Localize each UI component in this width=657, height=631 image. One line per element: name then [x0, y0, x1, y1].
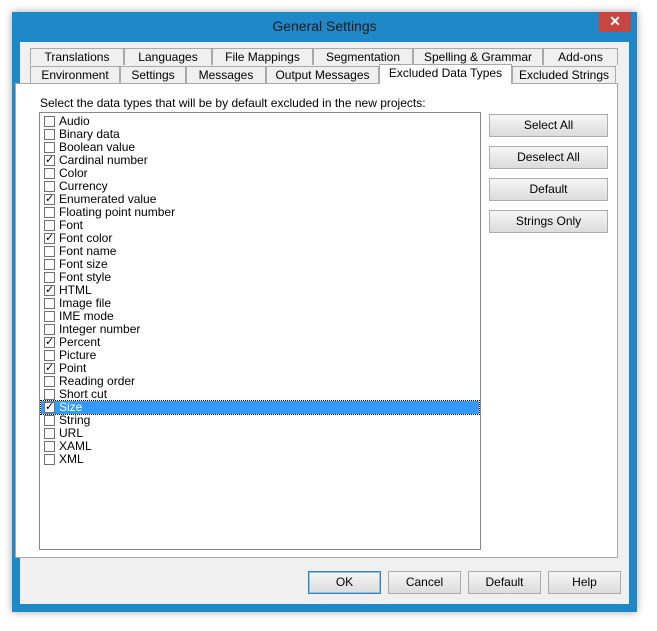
strings-only-button[interactable]: Strings Only: [489, 210, 608, 233]
checkbox[interactable]: [44, 168, 55, 179]
checkbox[interactable]: [44, 207, 55, 218]
list-item[interactable]: String: [41, 414, 479, 427]
cancel-button[interactable]: Cancel: [388, 571, 461, 594]
checkbox[interactable]: [44, 311, 55, 322]
checkbox[interactable]: [44, 142, 55, 153]
list-item[interactable]: ✓ Size: [40, 400, 480, 415]
checkbox[interactable]: [44, 389, 55, 400]
close-button[interactable]: ✕: [599, 12, 631, 32]
tab-output-messages[interactable]: Output Messages: [266, 66, 379, 83]
checkbox[interactable]: [44, 454, 55, 465]
list-item-label: XML: [59, 452, 84, 466]
title-bar[interactable]: General Settings ✕: [12, 12, 637, 42]
checkbox[interactable]: ✓: [44, 233, 55, 244]
checkbox[interactable]: ✓: [44, 155, 55, 166]
checkbox[interactable]: [44, 428, 55, 439]
select-all-button[interactable]: Select All: [489, 114, 608, 137]
list-item[interactable]: Short cut: [41, 388, 479, 401]
checkmark-icon: ✓: [45, 401, 55, 413]
checkbox[interactable]: [44, 129, 55, 140]
tab-segmentation[interactable]: Segmentation: [313, 48, 413, 65]
tab-file-mappings[interactable]: File Mappings: [212, 48, 313, 65]
checkbox[interactable]: [44, 298, 55, 309]
checkmark-icon: ✓: [45, 232, 55, 244]
list-item[interactable]: ✓ Percent: [41, 336, 479, 349]
checkbox[interactable]: ✓: [44, 402, 55, 413]
ok-button[interactable]: OK: [308, 571, 381, 594]
checkbox[interactable]: ✓: [44, 337, 55, 348]
default-button[interactable]: Default: [468, 571, 541, 594]
list-item[interactable]: XML: [41, 453, 479, 466]
checkbox[interactable]: [44, 324, 55, 335]
deselect-all-button[interactable]: Deselect All: [489, 146, 608, 169]
default-types-button[interactable]: Default: [489, 178, 608, 201]
checkbox[interactable]: [44, 220, 55, 231]
close-icon: ✕: [609, 13, 621, 29]
tab-settings[interactable]: Settings: [120, 66, 186, 83]
help-button[interactable]: Help: [548, 571, 621, 594]
tab-languages[interactable]: Languages: [124, 48, 212, 65]
list-item[interactable]: XAML: [41, 440, 479, 453]
checkbox[interactable]: [44, 116, 55, 127]
checkbox[interactable]: ✓: [44, 285, 55, 296]
instruction-label: Select the data types that will be by de…: [40, 96, 426, 110]
checkbox[interactable]: [44, 259, 55, 270]
checkmark-icon: ✓: [45, 284, 55, 296]
tab-add-ons[interactable]: Add-ons: [543, 48, 618, 65]
list-item[interactable]: Integer number: [41, 323, 479, 336]
list-item[interactable]: Picture: [41, 349, 479, 362]
tab-environment[interactable]: Environment: [30, 66, 120, 83]
checkmark-icon: ✓: [45, 154, 55, 166]
tab-translations[interactable]: Translations: [30, 48, 124, 65]
checkbox[interactable]: [44, 441, 55, 452]
checkbox[interactable]: ✓: [44, 194, 55, 205]
tab-excluded-strings[interactable]: Excluded Strings: [512, 66, 616, 83]
checkmark-icon: ✓: [45, 362, 55, 374]
list-item[interactable]: URL: [41, 427, 479, 440]
checkmark-icon: ✓: [45, 193, 55, 205]
checkbox[interactable]: [44, 246, 55, 257]
tab-excluded-data-types[interactable]: Excluded Data Types: [379, 64, 512, 84]
checkmark-icon: ✓: [45, 336, 55, 348]
tab-messages[interactable]: Messages: [186, 66, 266, 83]
list-item[interactable]: Floating point number: [41, 206, 479, 219]
list-item[interactable]: ✓ Cardinal number: [41, 154, 479, 167]
checkbox[interactable]: [44, 415, 55, 426]
checkbox[interactable]: [44, 181, 55, 192]
window-title: General Settings: [272, 18, 377, 34]
tab-spelling-grammar[interactable]: Spelling & Grammar: [413, 48, 543, 65]
checkbox[interactable]: [44, 272, 55, 283]
checkbox[interactable]: ✓: [44, 363, 55, 374]
checkbox[interactable]: [44, 350, 55, 361]
list-item[interactable]: Font style: [41, 271, 479, 284]
checkbox[interactable]: [44, 376, 55, 387]
data-types-checklist[interactable]: Audio Binary data Boolean value ✓ Cardinal n…: [39, 112, 481, 550]
